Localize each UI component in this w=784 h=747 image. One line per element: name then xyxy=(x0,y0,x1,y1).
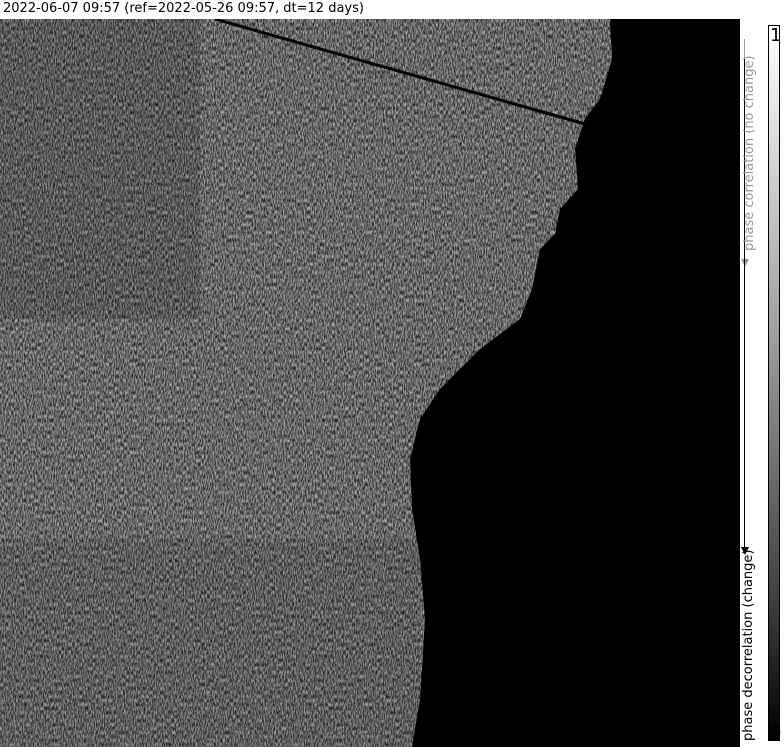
arrow-up-icon xyxy=(741,259,749,267)
colorbar-max-label: 1 xyxy=(770,25,782,46)
coherence-image xyxy=(0,19,740,747)
coherence-map xyxy=(0,19,740,747)
colorbar-min-label: 0 xyxy=(770,723,782,744)
colorbar-label-bottom: phase decorrelation (change) xyxy=(741,549,756,741)
colorbar-label-top: phase correlation (no change) xyxy=(742,55,757,251)
colorbar: phase correlation (no change) phase deco… xyxy=(740,19,784,747)
image-caption: 2022-06-07 09:57 (ref=2022-05-26 09:57, … xyxy=(0,0,740,19)
colorbar-gradient xyxy=(768,25,780,741)
